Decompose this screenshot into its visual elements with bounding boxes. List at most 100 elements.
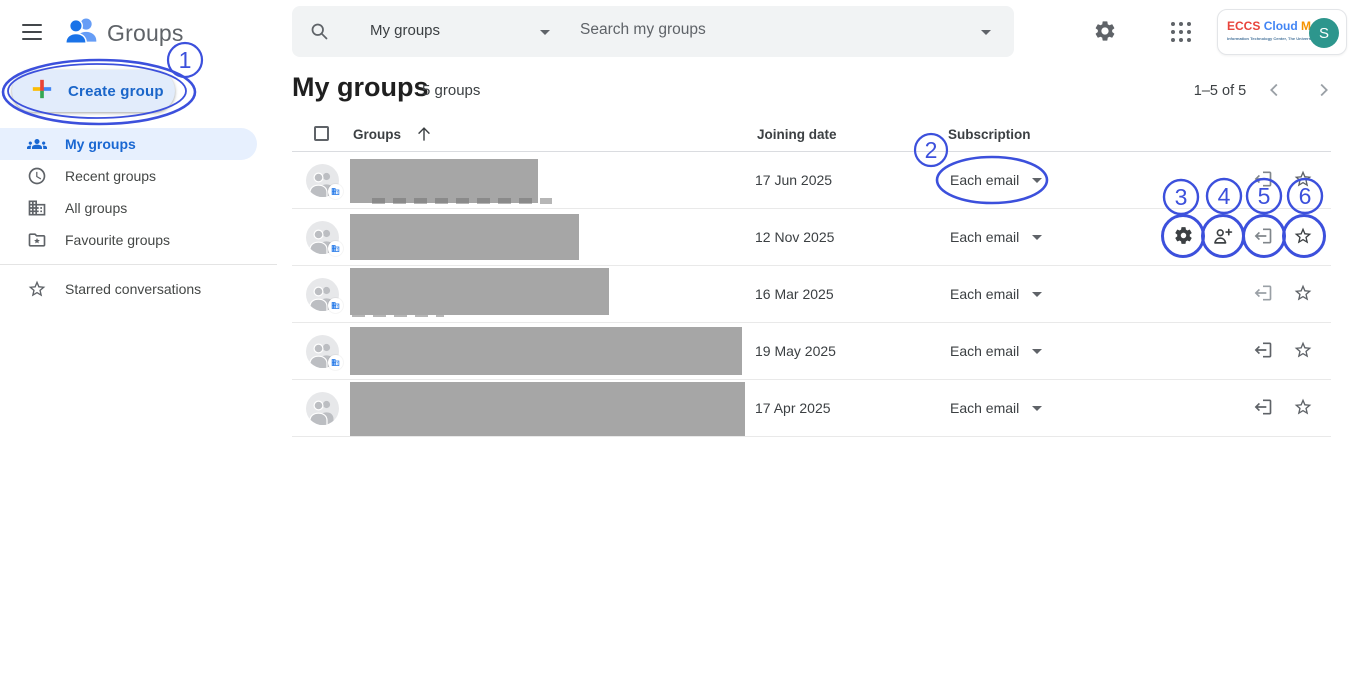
sidebar-item-label: All groups [65, 200, 127, 216]
redacted-group-name [350, 268, 609, 315]
group-avatar [306, 335, 339, 368]
organization-badge-icon [328, 184, 343, 199]
chevron-right-icon [1312, 79, 1334, 104]
advanced-search-caret-icon[interactable] [981, 30, 991, 35]
leave-group-button[interactable] [1245, 390, 1281, 426]
group-avatar [306, 278, 339, 311]
top-bar: Groups My groups Search my groups ECCS C… [0, 0, 1363, 64]
group-avatar [306, 392, 339, 425]
select-all-checkbox[interactable] [314, 126, 329, 141]
joining-date: 17 Jun 2025 [755, 172, 832, 188]
gear-icon [1093, 19, 1117, 46]
star-group-button[interactable] [1285, 162, 1321, 198]
column-header-joining-date[interactable]: Joining date [757, 127, 837, 142]
settings-button[interactable] [1089, 16, 1121, 48]
add-member-button[interactable] [1205, 219, 1241, 255]
star-icon [1293, 397, 1313, 420]
sidebar-item-label: Favourite groups [65, 232, 170, 248]
table-header: Groups Joining date Subscription [292, 118, 1331, 152]
redaction-text-remnant [372, 198, 552, 204]
subscription-dropdown[interactable]: Each email [950, 400, 1019, 416]
leave-group-icon [1253, 226, 1273, 249]
apps-grid-button[interactable] [1165, 16, 1197, 48]
subscription-caret-icon[interactable] [1032, 235, 1042, 240]
scope-caret-icon[interactable] [540, 30, 550, 35]
leave-group-button[interactable] [1245, 219, 1281, 255]
subscription-caret-icon[interactable] [1032, 292, 1042, 297]
sidebar-nav: My groups Recent groups All groups Favou… [0, 128, 277, 256]
groups-table: 17 Jun 2025 Each email 12 Nov 2025 Each … [292, 152, 1331, 437]
groups-logo[interactable]: Groups [63, 12, 184, 54]
table-row[interactable]: 12 Nov 2025 Each email [292, 209, 1331, 266]
group-avatar [306, 164, 339, 197]
redacted-group-name [350, 214, 579, 260]
group-avatar [306, 221, 339, 254]
sidebar-item-starred-conversations[interactable]: Starred conversations [0, 273, 257, 305]
sidebar-item-label: Starred conversations [65, 281, 201, 297]
account-card[interactable]: ECCS Cloud Mail Information Technology C… [1217, 9, 1347, 55]
next-page-button[interactable] [1311, 79, 1335, 103]
table-row[interactable]: 17 Jun 2025 Each email [292, 152, 1331, 209]
sidebar-item-recent-groups[interactable]: Recent groups [0, 160, 257, 192]
subscription-caret-icon[interactable] [1032, 406, 1042, 411]
subscription-dropdown[interactable]: Each email [950, 343, 1019, 359]
hamburger-menu-icon[interactable] [18, 18, 46, 46]
leave-group-button[interactable] [1245, 333, 1281, 369]
star-icon [1293, 226, 1313, 249]
search-input[interactable]: Search my groups [580, 21, 706, 39]
column-header-groups[interactable]: Groups [353, 127, 401, 142]
subscription-dropdown[interactable]: Each email [950, 172, 1019, 188]
search-icon [309, 21, 330, 47]
create-group-button[interactable]: Create group [12, 70, 175, 112]
leave-group-button[interactable] [1245, 162, 1281, 198]
folder-star-icon [27, 230, 47, 250]
star-group-button[interactable] [1285, 390, 1321, 426]
joining-date: 17 Apr 2025 [755, 400, 831, 416]
prev-page-button[interactable] [1263, 79, 1287, 103]
organization-badge-icon [328, 298, 343, 313]
brand-word-eccs: ECCS [1227, 19, 1260, 33]
people-icon [27, 134, 47, 154]
sidebar-item-label: Recent groups [65, 168, 156, 184]
sidebar-divider [0, 264, 277, 265]
leave-group-icon [1253, 397, 1273, 420]
subscription-dropdown[interactable]: Each email [950, 229, 1019, 245]
plus-icon [31, 78, 53, 104]
clock-icon [27, 166, 47, 186]
leave-group-icon [1253, 169, 1273, 192]
user-avatar[interactable]: S [1309, 18, 1339, 48]
create-group-label: Create group [68, 83, 164, 100]
star-group-button[interactable] [1285, 276, 1321, 312]
domain-icon [27, 198, 47, 218]
redacted-group-name [350, 382, 745, 436]
chevron-left-icon [1264, 79, 1286, 104]
sidebar-item-all-groups[interactable]: All groups [0, 192, 257, 224]
table-row[interactable]: 16 Mar 2025 Each email [292, 266, 1331, 323]
brand-word-cloud: Cloud [1264, 19, 1298, 33]
leave-group-icon [1253, 340, 1273, 363]
sidebar-item-label: My groups [65, 136, 136, 152]
star-icon [27, 279, 47, 299]
page-title: My groups [292, 72, 429, 103]
sidebar-item-favourite-groups[interactable]: Favourite groups [0, 224, 257, 256]
leave-group-button[interactable] [1245, 276, 1281, 312]
sidebar-item-my-groups[interactable]: My groups [0, 128, 257, 160]
table-row[interactable]: 17 Apr 2025 Each email [292, 380, 1331, 437]
subscription-caret-icon[interactable] [1032, 178, 1042, 183]
app-title: Groups [107, 20, 184, 47]
apps-grid-icon [1171, 22, 1191, 42]
column-header-subscription[interactable]: Subscription [948, 127, 1031, 142]
subscription-caret-icon[interactable] [1032, 349, 1042, 354]
gear-icon [1173, 225, 1194, 249]
star-group-button[interactable] [1285, 333, 1321, 369]
star-group-button[interactable] [1285, 219, 1321, 255]
search-scope-selector[interactable]: My groups [370, 22, 440, 39]
star-icon [1293, 283, 1313, 306]
search-bar[interactable]: My groups Search my groups [292, 6, 1014, 57]
joining-date: 16 Mar 2025 [755, 286, 834, 302]
table-row[interactable]: 19 May 2025 Each email [292, 323, 1331, 380]
subscription-dropdown[interactable]: Each email [950, 286, 1019, 302]
eccs-brand-logo: ECCS Cloud Mail [1227, 19, 1309, 33]
sort-ascending-icon[interactable] [414, 124, 434, 149]
group-settings-button[interactable] [1165, 219, 1201, 255]
